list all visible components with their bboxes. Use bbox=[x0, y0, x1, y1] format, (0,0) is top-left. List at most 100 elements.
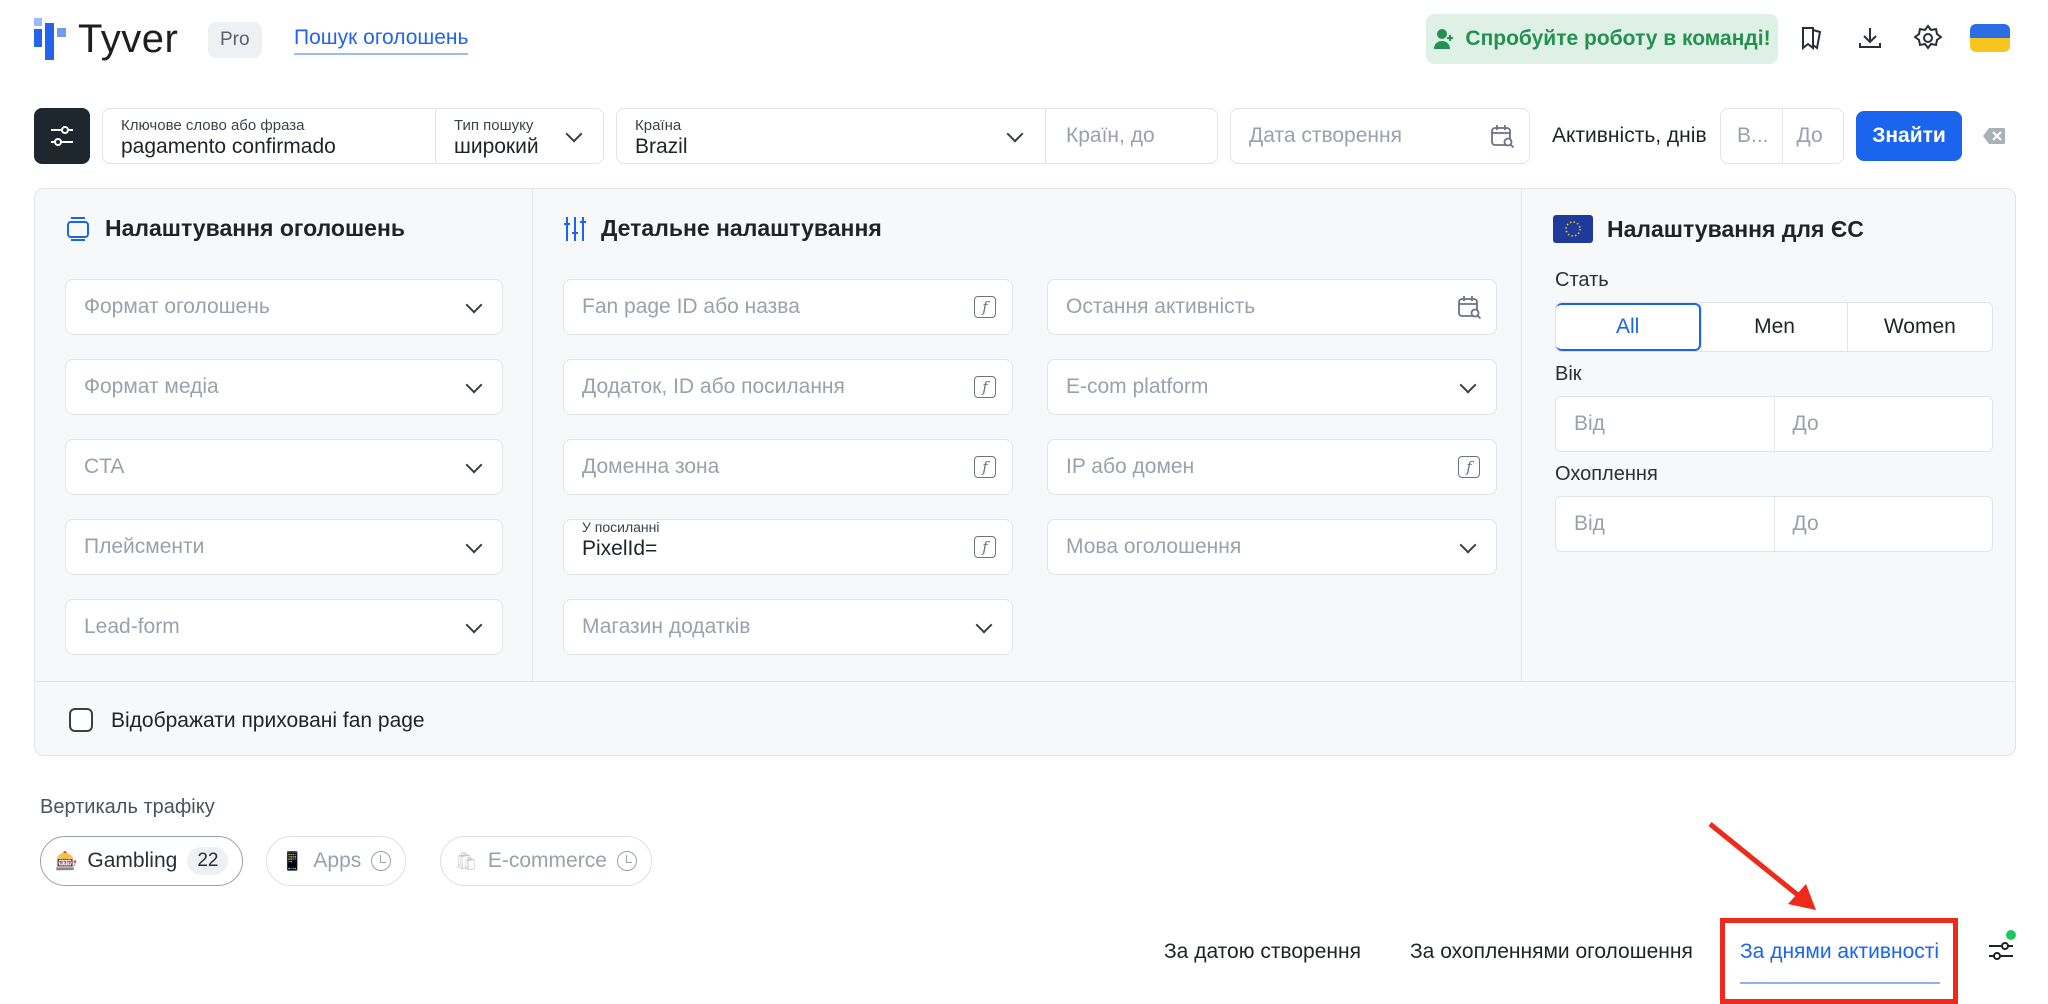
age-to-placeholder: До bbox=[1792, 412, 1819, 435]
placements-select[interactable]: Плейсменти bbox=[65, 519, 503, 575]
sort-by-creation-date-tab[interactable]: За датою створення bbox=[1164, 940, 1361, 964]
ip-domain-placeholder: IP або домен bbox=[1066, 455, 1195, 478]
age-from-input[interactable]: Від bbox=[1556, 397, 1774, 451]
search-type-value: широкий bbox=[454, 135, 539, 158]
clock-icon bbox=[371, 851, 392, 871]
keyword-value: pagamento confirmado bbox=[121, 135, 336, 158]
country-value: Brazil bbox=[635, 135, 688, 158]
annotation-arrow-icon bbox=[1708, 822, 1816, 910]
creation-date-placeholder: Дата створення bbox=[1249, 124, 1402, 147]
function-icon[interactable]: f bbox=[974, 296, 996, 318]
domain-zone-placeholder: Доменна зона bbox=[582, 455, 720, 478]
keyword-input[interactable]: Ключове слово або фраза pagamento confir… bbox=[103, 109, 435, 165]
lead-form-select[interactable]: Lead-form bbox=[65, 599, 503, 655]
calendar-search-icon bbox=[1491, 125, 1515, 149]
chevron-down-icon bbox=[975, 616, 993, 634]
gender-women-option[interactable]: Women bbox=[1846, 303, 1992, 351]
age-range: Від До bbox=[1555, 396, 1993, 452]
try-team-label: Спробуйте роботу в команді! bbox=[1465, 27, 1771, 50]
detailed-settings-title-text: Детальне налаштування bbox=[601, 215, 882, 241]
chip-gambling-label: Gambling bbox=[87, 849, 178, 872]
download-icon[interactable] bbox=[1852, 20, 1888, 56]
chip-gambling-count: 22 bbox=[187, 847, 229, 875]
active-indicator-dot bbox=[2006, 930, 2016, 940]
chevron-down-icon bbox=[465, 456, 483, 474]
ad-layers-icon bbox=[67, 216, 89, 241]
calendar-search-icon bbox=[1458, 296, 1482, 320]
nav-ad-search-link[interactable]: Пошук оголошень bbox=[294, 26, 469, 55]
age-from-placeholder: Від bbox=[1574, 412, 1605, 435]
media-format-select[interactable]: Формат медіа bbox=[65, 359, 503, 415]
ad-language-placeholder: Мова оголошення bbox=[1066, 535, 1242, 558]
search-type-label: Тип пошуку bbox=[454, 117, 534, 134]
settings-gear-icon[interactable] bbox=[1910, 20, 1946, 56]
reach-from-input[interactable]: Від bbox=[1556, 497, 1774, 551]
ad-language-select[interactable]: Мова оголошення bbox=[1047, 519, 1497, 575]
hidden-fanpages-checkbox[interactable] bbox=[69, 708, 93, 732]
app-store-select[interactable]: Магазин додатків bbox=[563, 599, 1013, 655]
shopping-bags-icon: 🛍 bbox=[455, 850, 478, 871]
ad-format-select[interactable]: Формат оголошень bbox=[65, 279, 503, 335]
age-to-input[interactable]: До bbox=[1773, 397, 1993, 451]
traffic-vertical-label: Вертикаль трафіку bbox=[40, 796, 215, 818]
creation-date-input[interactable]: Дата створення bbox=[1230, 108, 1530, 164]
chip-apps-label: Apps bbox=[313, 849, 362, 872]
app-placeholder: Додаток, ID або посилання bbox=[582, 375, 845, 398]
fanpage-placeholder: Fan page ID або назва bbox=[582, 295, 800, 318]
cta-select[interactable]: CTA bbox=[65, 439, 503, 495]
try-team-button[interactable]: Спробуйте роботу в команді! bbox=[1426, 14, 1778, 64]
reach-to-input[interactable]: До bbox=[1773, 497, 1993, 551]
domain-zone-input[interactable]: Доменна зона f bbox=[563, 439, 1013, 495]
search-type-select[interactable]: Тип пошуку широкий bbox=[436, 109, 604, 165]
find-button[interactable]: Знайти bbox=[1856, 111, 1962, 161]
chip-ecommerce[interactable]: 🛍 E-commerce bbox=[440, 836, 652, 886]
gender-all-option[interactable]: All bbox=[1556, 303, 1702, 351]
chevron-down-icon bbox=[1006, 125, 1024, 143]
function-icon[interactable]: f bbox=[1458, 456, 1480, 478]
tyver-logo[interactable]: Tyver bbox=[34, 16, 179, 61]
reach-label: Охоплення bbox=[1555, 463, 1658, 485]
sliders-icon bbox=[51, 126, 73, 146]
gender-label: Стать bbox=[1555, 269, 1609, 291]
tune-sliders-icon bbox=[564, 216, 586, 241]
sort-settings-sliders-icon[interactable] bbox=[1986, 936, 2016, 966]
ecom-platform-select[interactable]: E-com platform bbox=[1047, 359, 1497, 415]
gender-men-option[interactable]: Men bbox=[1701, 303, 1846, 351]
function-icon[interactable]: f bbox=[974, 376, 996, 398]
activity-to-input[interactable]: До bbox=[1781, 109, 1844, 163]
chip-gambling[interactable]: 🎰 Gambling 22 bbox=[40, 836, 244, 886]
ad-settings-title: Налаштування оголошень bbox=[65, 215, 405, 242]
countries-to-placeholder: Країн, до bbox=[1066, 124, 1155, 147]
detailed-settings-title: Детальне налаштування bbox=[563, 215, 882, 242]
countries-to-input[interactable]: Країн, до bbox=[1046, 109, 1218, 165]
app-input[interactable]: Додаток, ID або посилання f bbox=[563, 359, 1013, 415]
country-select[interactable]: Країна Brazil bbox=[617, 109, 1045, 165]
keyword-label: Ключове слово або фраза bbox=[121, 117, 305, 134]
hidden-fanpages-label: Відображати приховані fan page bbox=[111, 709, 425, 732]
sort-by-reach-tab[interactable]: За охопленнями оголошення bbox=[1410, 940, 1693, 964]
in-link-label: У посиланні bbox=[582, 519, 660, 535]
in-link-input[interactable]: У посиланні PixelId= f bbox=[563, 519, 1013, 575]
in-link-value: PixelId= bbox=[582, 537, 658, 560]
clear-filters-icon[interactable] bbox=[1982, 127, 2006, 145]
media-format-placeholder: Формат медіа bbox=[84, 375, 219, 398]
cta-placeholder: CTA bbox=[84, 455, 125, 478]
pro-badge: Pro bbox=[208, 22, 262, 58]
reach-from-placeholder: Від bbox=[1574, 512, 1605, 535]
function-icon[interactable]: f bbox=[974, 536, 996, 558]
activity-from-input[interactable]: В... bbox=[1721, 109, 1782, 163]
eu-settings-title-text: Налаштування для ЄС bbox=[1607, 215, 1864, 242]
chip-apps[interactable]: 📱 Apps bbox=[266, 836, 407, 886]
gender-segmented-control: All Men Women bbox=[1555, 302, 1993, 352]
country-group: Країна Brazil Країн, до bbox=[616, 108, 1218, 164]
ukraine-flag-icon[interactable] bbox=[1970, 24, 2010, 52]
filters-toggle-button[interactable] bbox=[34, 108, 90, 164]
chevron-down-icon bbox=[1459, 376, 1477, 394]
ip-domain-input[interactable]: IP або домен f bbox=[1047, 439, 1497, 495]
last-activity-input[interactable]: Остання активність bbox=[1047, 279, 1497, 335]
fanpage-input[interactable]: Fan page ID або назва f bbox=[563, 279, 1013, 335]
function-icon[interactable]: f bbox=[974, 456, 996, 478]
bookmarks-icon[interactable] bbox=[1794, 20, 1830, 56]
logo-text: Tyver bbox=[78, 16, 179, 61]
ad-format-placeholder: Формат оголошень bbox=[84, 295, 270, 318]
